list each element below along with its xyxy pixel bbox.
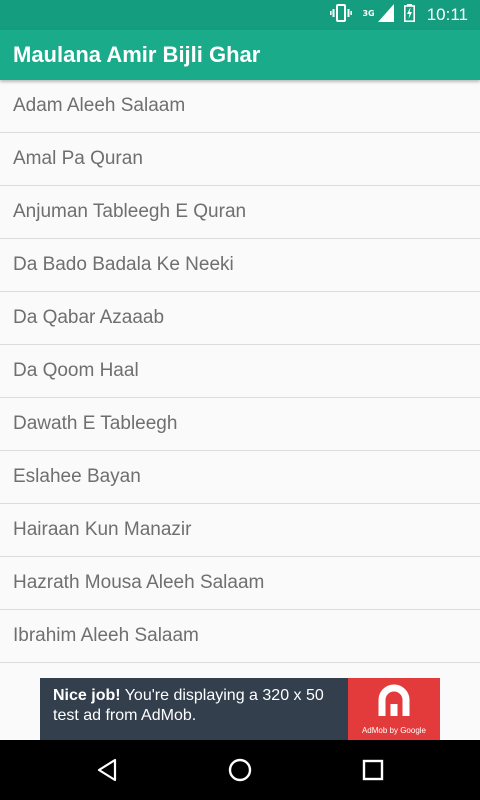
back-icon: [97, 758, 116, 782]
admob-banner[interactable]: Nice job! You're displaying a 320 x 50 t…: [40, 678, 440, 740]
list-item[interactable]: Da Bado Badala Ke Neeki: [0, 239, 480, 292]
list-item[interactable]: Eslahee Bayan: [0, 451, 480, 504]
admob-logo: AdMob by Google: [348, 678, 440, 740]
vibrate-icon: [330, 4, 353, 26]
recents-icon: [363, 759, 384, 781]
recents-button[interactable]: [343, 740, 403, 800]
list-item[interactable]: Hazrath Mousa Aleeh Salaam: [0, 557, 480, 610]
list-item[interactable]: Da Qabar Azaaab: [0, 292, 480, 345]
ad-logo-caption: AdMob by Google: [361, 726, 427, 735]
battery-icon: [403, 4, 415, 26]
list-item[interactable]: Hairaan Kun Manazir: [0, 504, 480, 557]
back-button[interactable]: [77, 740, 137, 800]
bayan-list[interactable]: Adam Aleeh Salaam Amal Pa Quran Anjuman …: [0, 80, 480, 665]
navigation-bar: [0, 740, 480, 800]
list-item[interactable]: Ibrahim Aleeh Salaam: [0, 610, 480, 663]
list-item[interactable]: Adam Aleeh Salaam: [0, 80, 480, 133]
signal-icon: 3G: [362, 4, 394, 26]
ad-headline: Nice job!: [53, 687, 121, 704]
status-bar: 3G 10:11: [0, 0, 480, 30]
home-button[interactable]: [210, 740, 270, 800]
ad-text: Nice job! You're displaying a 320 x 50 t…: [40, 678, 348, 740]
app-title: Maulana Amir Bijli Ghar: [13, 42, 261, 67]
status-time: 10:11: [426, 5, 468, 24]
home-icon: [228, 758, 252, 782]
app-bar: Maulana Amir Bijli Ghar: [0, 30, 480, 80]
list-item[interactable]: Anjuman Tableegh E Quran: [0, 186, 480, 239]
list-item[interactable]: Amal Pa Quran: [0, 133, 480, 186]
list-item[interactable]: Dawath E Tableegh: [0, 398, 480, 451]
network-type: 3G: [362, 9, 375, 18]
screen: 3G 10:11 Maulana Amir Bijli Ghar Adam Al…: [0, 0, 480, 800]
list-item[interactable]: Da Qoom Haal: [0, 345, 480, 398]
